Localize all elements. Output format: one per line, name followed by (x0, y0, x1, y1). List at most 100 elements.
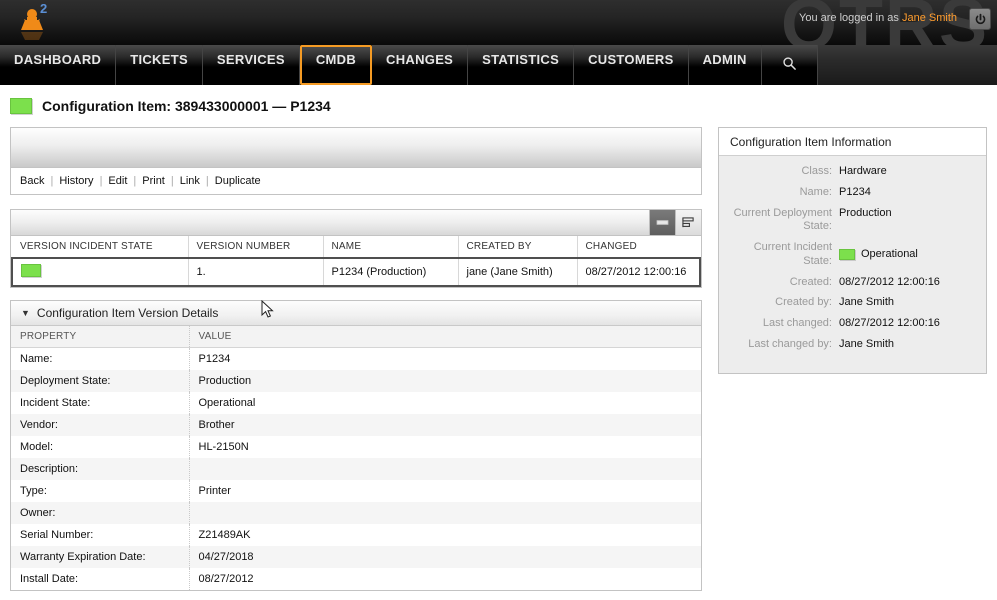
info-row-created-by: Created by: Jane Smith (727, 296, 974, 310)
table-row[interactable]: 1. P1234 (Production) jane (Jane Smith) … (11, 257, 701, 287)
link-separator: | (133, 175, 137, 187)
table-row: Type: Printer (11, 480, 701, 502)
table-row: Deployment State: Production (11, 370, 701, 392)
power-icon[interactable] (969, 8, 991, 30)
property-label: Name: (11, 347, 190, 370)
property-value: Operational (189, 392, 701, 414)
table-row: Incident State: Operational (11, 392, 701, 414)
nav-label: CUSTOMERS (588, 52, 674, 67)
triangle-down-icon: ▼ (21, 308, 30, 318)
agent-avatar-icon[interactable] (12, 4, 56, 44)
info-value: 08/27/2012 12:00:16 (839, 317, 940, 329)
nav-item-admin[interactable]: ADMIN (688, 45, 762, 85)
property-value: HL-2150N (189, 436, 701, 458)
action-duplicate[interactable]: Duplicate (215, 175, 261, 187)
info-row-last-changed-by: Last changed by: Jane Smith (727, 338, 974, 352)
table-row: Name: P1234 (11, 347, 701, 370)
version-table: VERSION INCIDENT STATE VERSION NUMBER NA… (11, 236, 701, 287)
property-value (189, 458, 701, 480)
table-row: Vendor: Brother (11, 414, 701, 436)
nav-item-tickets[interactable]: TICKETS (116, 45, 203, 85)
info-label: Last changed by: (748, 337, 832, 350)
cell-incident-state (11, 257, 189, 287)
version-widget-header (11, 210, 701, 236)
info-label: Created by: (775, 296, 832, 309)
info-label: Class: (801, 165, 832, 177)
table-row: Description: (11, 458, 701, 480)
page-title: Configuration Item: 389433000001 — P1234 (42, 98, 331, 114)
link-separator: | (50, 175, 54, 187)
action-edit[interactable]: Edit (108, 175, 127, 187)
info-row-class: Class: Hardware (727, 165, 974, 179)
property-value (189, 502, 701, 524)
property-value: 08/27/2012 (189, 568, 701, 590)
nav-filler (817, 45, 997, 85)
version-list-widget: VERSION INCIDENT STATE VERSION NUMBER NA… (10, 209, 702, 288)
column-settings-icon[interactable] (675, 210, 701, 235)
action-link[interactable]: Link (180, 175, 200, 187)
col-changed[interactable]: CHANGED (577, 236, 700, 259)
agent-notification-badge[interactable]: 2 (40, 1, 47, 16)
info-label: Name: (799, 185, 832, 198)
nav-item-dashboard[interactable]: DASHBOARD (0, 45, 117, 85)
incident-state-box (839, 249, 855, 261)
property-value: 04/27/2018 (189, 546, 701, 568)
action-history[interactable]: History (59, 175, 93, 187)
cell-version-number: 1. (188, 257, 324, 287)
col-version-number[interactable]: VERSION NUMBER (188, 236, 324, 259)
properties-header-row: PROPERTY VALUE (11, 326, 701, 348)
version-table-header-row: VERSION INCIDENT STATE VERSION NUMBER NA… (12, 236, 700, 259)
info-label: Current Incident State: (753, 241, 832, 267)
minimize-icon[interactable] (649, 210, 675, 235)
info-row-last-changed: Last changed: 08/27/2012 12:00:16 (727, 317, 974, 331)
info-row-created: Created: 08/27/2012 12:00:16 (727, 276, 974, 290)
nav-item-cmdb[interactable]: CMDB (299, 45, 373, 85)
nav-item-changes[interactable]: CHANGES (372, 45, 469, 85)
col-value: VALUE (189, 326, 701, 348)
col-version-incident-state[interactable]: VERSION INCIDENT STATE (12, 236, 189, 259)
info-label: Last changed: (762, 317, 832, 329)
action-print[interactable]: Print (142, 175, 165, 187)
nav-label: SERVICES (216, 52, 285, 67)
info-value-wrapper: Operational (839, 241, 918, 269)
table-row: Owner: (11, 502, 701, 524)
primary-column: Back | History | Edit | Print | Link | D… (10, 127, 702, 591)
property-label: Owner: (11, 502, 190, 524)
nav-item-search[interactable] (761, 45, 818, 85)
nav-label: CMDB (315, 52, 357, 67)
action-widget: Back | History | Edit | Print | Link | D… (10, 127, 702, 195)
info-value: P1234 (839, 185, 871, 198)
ci-information-title: Configuration Item Information (719, 128, 986, 156)
main-navigation: DASHBOARD TICKETS SERVICES CMDB CHANGES … (0, 45, 997, 85)
logged-in-username[interactable]: Jane Smith (902, 12, 957, 24)
link-separator: | (205, 175, 209, 187)
app-header: OTRS 2 You are logged in as Jane Smith (0, 0, 997, 45)
info-row-current-deployment-state: Current Deployment State: Production (727, 207, 974, 235)
col-name[interactable]: NAME (323, 236, 459, 259)
nav-label: TICKETS (130, 52, 188, 67)
property-label: Description: (11, 458, 190, 480)
sidebar-column: Configuration Item Information Class: Ha… (718, 127, 987, 591)
col-created-by[interactable]: CREATED BY (458, 236, 578, 259)
property-label: Install Date: (11, 568, 190, 590)
info-value: Hardware (839, 165, 887, 177)
property-value: Brother (189, 414, 701, 436)
nav-item-services[interactable]: SERVICES (202, 45, 300, 85)
link-separator: | (170, 175, 174, 187)
action-back[interactable]: Back (20, 175, 44, 187)
info-label: Created: (789, 275, 832, 288)
property-value: Production (189, 370, 701, 392)
nav-label: CHANGES (386, 52, 454, 67)
ci-information-body: Class: Hardware Name: P1234 Current Depl… (719, 156, 986, 373)
property-label: Type: (11, 480, 190, 502)
link-separator: | (99, 175, 103, 187)
nav-label: STATISTICS (482, 52, 560, 67)
main-content-area: Back | History | Edit | Print | Link | D… (0, 127, 997, 591)
nav-item-statistics[interactable]: STATISTICS (468, 45, 575, 85)
nav-item-customers[interactable]: CUSTOMERS (574, 45, 689, 85)
property-value: Z21489AK (189, 524, 701, 546)
version-details-header[interactable]: ▼ Configuration Item Version Details (11, 301, 701, 326)
info-label: Current Deployment State: (733, 206, 832, 233)
info-row-current-incident-state: Current Incident State: Operational (727, 241, 974, 269)
login-prefix-text: You are logged in as (799, 12, 899, 24)
